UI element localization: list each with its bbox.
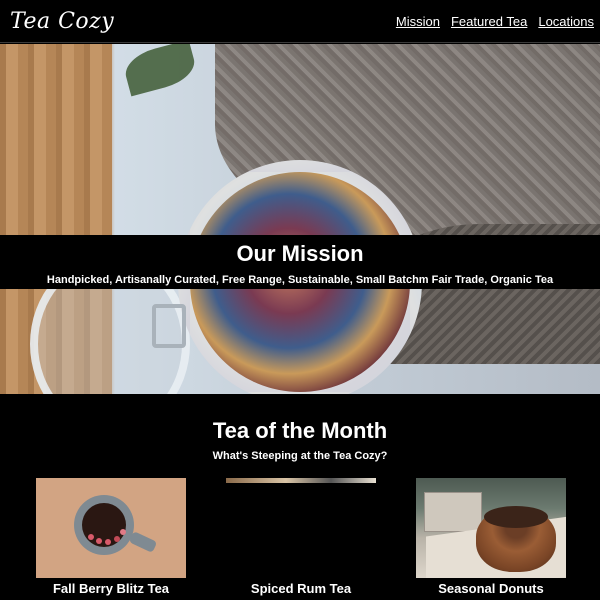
hero-image-leaf — [121, 44, 199, 97]
tea-of-month-title: Tea of the Month — [212, 418, 388, 443]
tea-name: Fall Berry Blitz Tea — [52, 581, 170, 596]
hero-image-jar-clasp — [152, 304, 186, 348]
tea-card-fall-berry[interactable]: Fall Berry Blitz Tea — [36, 478, 186, 597]
mission-banner: Our Mission Handpicked, Artisanally Cura… — [0, 235, 600, 289]
tea-card-spiced-rum[interactable]: Spiced Rum Tea — [226, 478, 376, 597]
tea-of-month-subtitle: What's Steeping at the Tea Cozy? — [212, 450, 388, 462]
nav-link-featured-tea[interactable]: Featured Tea — [451, 14, 527, 29]
tea-image-seasonal-donuts — [416, 478, 566, 578]
site-logo[interactable]: Tea Cozy — [10, 9, 114, 34]
main-nav: Mission Featured Tea Locations — [396, 14, 594, 29]
nav-link-locations[interactable]: Locations — [538, 14, 594, 29]
mission-subtitle: Handpicked, Artisanally Curated, Free Ra… — [46, 274, 554, 286]
tea-name: Seasonal Donuts — [438, 581, 544, 596]
tea-name: Spiced Rum Tea — [250, 581, 352, 596]
tea-image-fall-berry — [36, 478, 186, 578]
tea-card-seasonal-donuts[interactable]: Seasonal Donuts — [416, 478, 566, 597]
mission-hero: Our Mission Handpicked, Artisanally Cura… — [0, 44, 600, 394]
nav-link-mission[interactable]: Mission — [396, 14, 440, 29]
header: Tea Cozy Mission Featured Tea Locations — [0, 0, 600, 43]
mission-title: Our Mission — [236, 241, 364, 266]
tea-image-spiced-rum — [226, 478, 376, 578]
